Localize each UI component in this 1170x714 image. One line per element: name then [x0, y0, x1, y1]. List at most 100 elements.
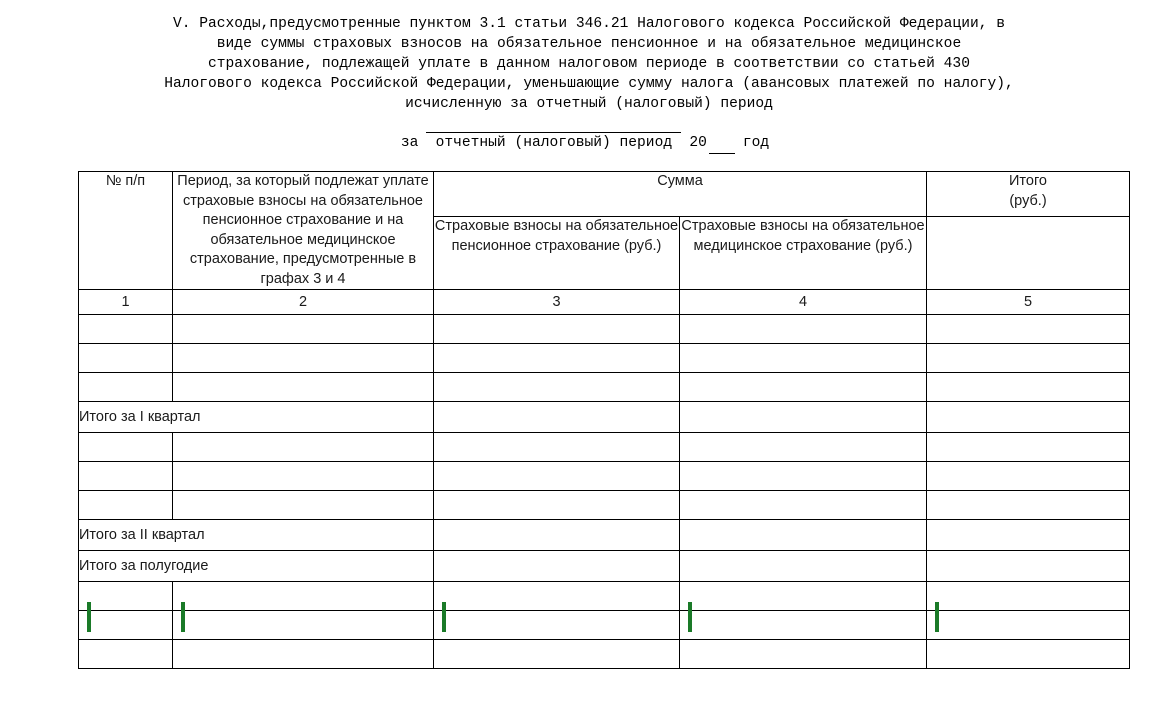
colnum-3: 3	[433, 289, 680, 315]
contributions-table-wrapper: № п/п Период, за который подлежат уплате…	[78, 171, 1130, 669]
cell-col3[interactable]	[433, 401, 680, 433]
cell-col1[interactable]	[78, 461, 173, 491]
table-row[interactable]	[78, 461, 1130, 491]
cell-col4[interactable]	[679, 372, 927, 402]
cell-col1[interactable]	[78, 490, 173, 520]
table-row[interactable]	[78, 372, 1130, 402]
reporting-period-input[interactable]	[426, 115, 682, 133]
reporting-period-line: за отчетный (налоговый) период 20 год	[0, 115, 1170, 154]
cell-col4[interactable]	[679, 314, 927, 344]
colnum-1: 1	[78, 289, 173, 315]
table-row-active[interactable]	[78, 602, 1130, 640]
header-col5-line2: (руб.)	[1009, 192, 1047, 209]
year-prefix: 20	[689, 135, 707, 151]
contributions-table: № п/п Период, за который подлежат уплате…	[78, 171, 1130, 669]
cell-col3[interactable]	[433, 343, 680, 373]
cell-col2[interactable]	[172, 372, 434, 402]
cell-col5-active[interactable]	[926, 602, 1130, 640]
cell-col5[interactable]	[926, 461, 1130, 491]
total-label-q2: Итого за II квартал	[78, 519, 434, 551]
cell-col3[interactable]	[433, 639, 680, 669]
cell-col1[interactable]	[78, 432, 173, 462]
colnum-5: 5	[926, 289, 1130, 315]
heading-line-4: Налогового кодекса Российской Федерации,…	[164, 76, 1014, 92]
colnum-4: 4	[679, 289, 927, 315]
cell-col5[interactable]	[926, 639, 1130, 669]
table-row-total-halfyear[interactable]: Итого за полугодие	[78, 550, 1130, 582]
cell-col2[interactable]	[172, 432, 434, 462]
table-row[interactable]	[78, 432, 1130, 462]
cell-col3[interactable]	[433, 372, 680, 402]
heading-line-2: виде суммы страховых взносов на обязател…	[216, 36, 962, 52]
cell-col1-active[interactable]	[78, 602, 173, 640]
table-row[interactable]	[78, 343, 1130, 373]
cell-col2[interactable]	[172, 581, 434, 611]
text-cursor-icon	[935, 602, 939, 632]
cell-col4-active[interactable]	[679, 602, 927, 640]
document-heading: V. Расходы,предусмотренные пунктом 3.1 с…	[0, 0, 1170, 114]
year-suffix-label: год	[742, 135, 770, 151]
table-row[interactable]	[78, 581, 1130, 611]
cell-col4[interactable]	[679, 639, 927, 669]
text-cursor-icon	[87, 602, 91, 632]
header-summa-group: Сумма	[433, 171, 927, 217]
cell-col5[interactable]	[926, 314, 1130, 344]
heading-line-3: страхование, подлежащей уплате в данном …	[208, 56, 970, 72]
cell-col3[interactable]	[433, 550, 680, 582]
text-cursor-icon	[181, 602, 185, 632]
heading-line-5: исчисленную за отчетный (налоговый) пери…	[405, 96, 773, 112]
total-label-q1: Итого за I квартал	[78, 401, 434, 433]
reporting-period-caption: отчетный (налоговый) период	[435, 135, 673, 151]
cell-col4[interactable]	[679, 490, 927, 520]
cell-col2[interactable]	[172, 639, 434, 669]
cell-col1[interactable]	[78, 314, 173, 344]
year-input[interactable]	[708, 138, 735, 154]
table-row[interactable]	[78, 490, 1130, 520]
table-row-total-q2[interactable]: Итого за II квартал	[78, 519, 1130, 551]
cell-col5[interactable]	[926, 490, 1130, 520]
header-col1: № п/п	[78, 171, 173, 290]
cell-col3[interactable]	[433, 461, 680, 491]
cell-col3[interactable]	[433, 432, 680, 462]
header-col5-line1: Итого	[1009, 173, 1047, 189]
table-header-row-group: № п/п Период, за который подлежат уплате…	[78, 171, 1130, 290]
cell-col5[interactable]	[926, 372, 1130, 402]
cell-col4[interactable]	[679, 519, 927, 551]
cell-col4[interactable]	[679, 432, 927, 462]
period-za-label: за	[400, 135, 419, 151]
cell-col3[interactable]	[433, 581, 680, 611]
cell-col1[interactable]	[78, 581, 173, 611]
table-row[interactable]	[78, 314, 1130, 344]
cell-col2[interactable]	[172, 490, 434, 520]
cell-col4[interactable]	[679, 461, 927, 491]
cell-col2-active[interactable]	[172, 602, 434, 640]
cell-col1[interactable]	[78, 343, 173, 373]
cell-col2[interactable]	[172, 461, 434, 491]
cell-col5[interactable]	[926, 519, 1130, 551]
cell-col2[interactable]	[172, 314, 434, 344]
cell-col1[interactable]	[78, 639, 173, 669]
header-col3: Страховые взносы на обязательное пенсион…	[433, 216, 680, 290]
cell-col5[interactable]	[926, 581, 1130, 611]
cell-col3[interactable]	[433, 519, 680, 551]
cell-col3[interactable]	[433, 314, 680, 344]
cell-col4[interactable]	[679, 550, 927, 582]
header-col5-body	[926, 216, 1130, 290]
cell-col1[interactable]	[78, 372, 173, 402]
table-row[interactable]	[78, 639, 1130, 669]
table-row-total-q1[interactable]: Итого за I квартал	[78, 401, 1130, 433]
column-number-row: 1 2 3 4 5	[78, 289, 1130, 315]
cell-col3-active[interactable]	[433, 602, 680, 640]
cell-col2[interactable]	[172, 343, 434, 373]
cell-col5[interactable]	[926, 343, 1130, 373]
cell-col5[interactable]	[926, 550, 1130, 582]
cell-col3[interactable]	[433, 490, 680, 520]
header-col2: Период, за который подлежат уплате страх…	[172, 171, 434, 290]
header-col5: Итого (руб.)	[926, 171, 1130, 217]
cell-col4[interactable]	[679, 343, 927, 373]
text-cursor-icon	[688, 602, 692, 632]
cell-col5[interactable]	[926, 401, 1130, 433]
cell-col5[interactable]	[926, 432, 1130, 462]
cell-col4[interactable]	[679, 581, 927, 611]
cell-col4[interactable]	[679, 401, 927, 433]
